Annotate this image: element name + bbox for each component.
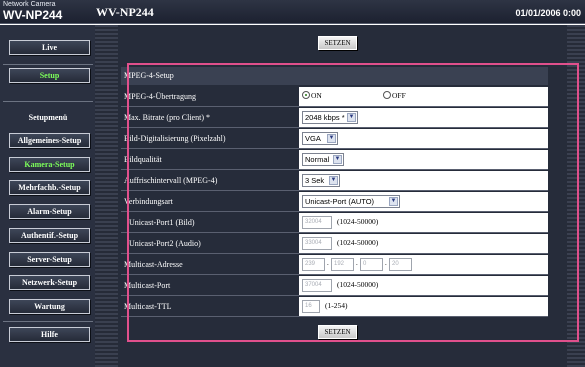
live-button[interactable]: Live — [9, 40, 90, 55]
sidebar-divider — [3, 101, 93, 102]
sidebar-item-server-setup[interactable]: Server-Setup — [9, 252, 90, 267]
help-button[interactable]: Hilfe — [9, 327, 90, 342]
page-title: WV-NP244 — [96, 5, 154, 19]
brand-model: WV-NP244 — [3, 8, 63, 22]
setup-button[interactable]: Setup — [9, 68, 90, 83]
sidebar-divider — [3, 64, 93, 65]
sidebar-item-wartung[interactable]: Wartung — [9, 299, 90, 314]
sidebar-item-netzwerk-setup[interactable]: Netzwerk-Setup — [9, 275, 90, 290]
sidebar: Live Setup Setupmenü Allgemeines-Setup K… — [0, 25, 95, 367]
sidebar-item-authentif-setup[interactable]: Authentif.-Setup — [9, 228, 90, 243]
setup-menu-heading: Setupmenü — [28, 113, 68, 122]
sidebar-item-mehrfachb-setup[interactable]: Mehrfachb.-Setup — [9, 180, 90, 195]
decorative-stripes-left — [95, 25, 118, 367]
highlight-frame — [127, 63, 579, 342]
sidebar-item-allgemeines-setup[interactable]: Allgemeines-Setup — [9, 133, 90, 148]
sidebar-divider — [3, 321, 93, 322]
sidebar-item-kamera-setup[interactable]: Kamera-Setup — [9, 157, 90, 172]
brand-logo: Network Camera WV-NP244 — [3, 1, 93, 23]
sidebar-item-alarm-setup[interactable]: Alarm-Setup — [9, 204, 90, 219]
datetime-display: 01/01/2006 0:00 — [515, 8, 581, 18]
set-button-top[interactable]: SETZEN — [318, 36, 357, 50]
header-bar: Network Camera WV-NP244 WV-NP244 01/01/2… — [0, 0, 585, 24]
